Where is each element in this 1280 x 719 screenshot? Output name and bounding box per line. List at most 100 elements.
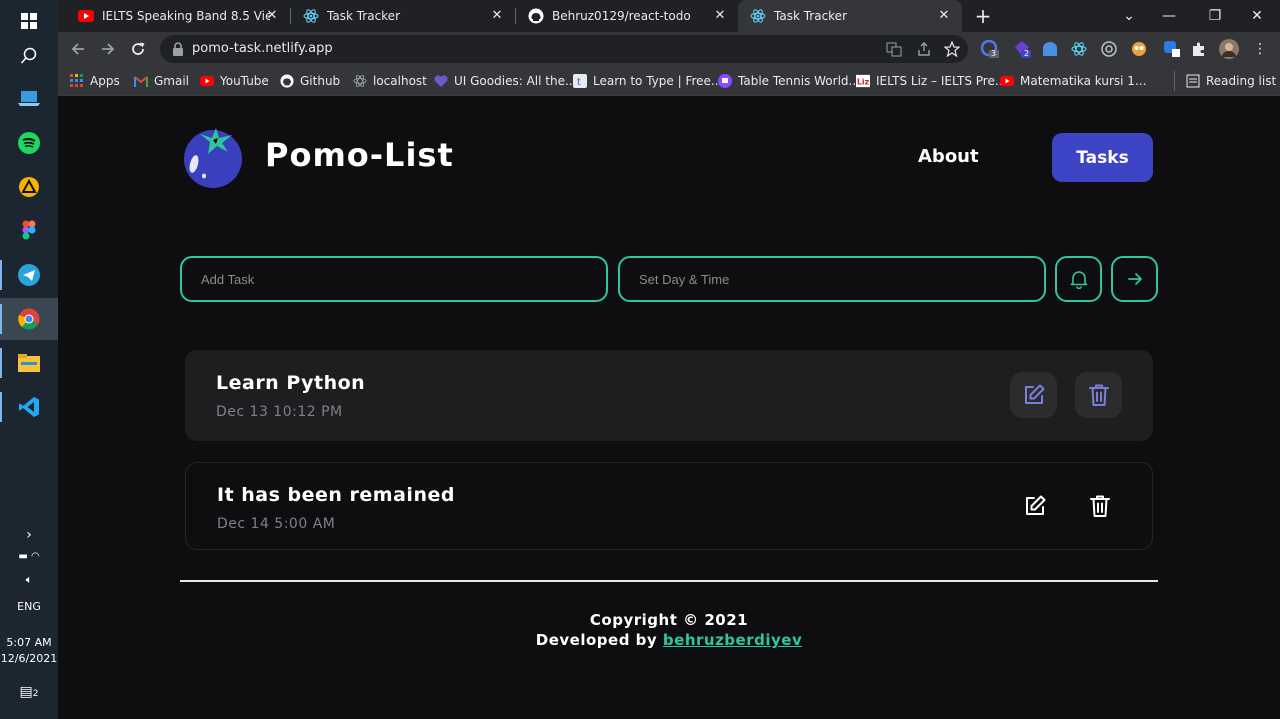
heart-icon — [434, 74, 448, 88]
task-name: It has been remained — [217, 484, 455, 506]
extension-face-icon[interactable] — [1130, 40, 1148, 58]
file-explorer-icon[interactable] — [0, 342, 58, 384]
extensions-puzzle-icon[interactable] — [1190, 40, 1208, 58]
edit-task-button[interactable] — [1011, 483, 1058, 529]
bookmark-label: Gmail — [154, 74, 190, 88]
extension-target-icon[interactable] — [1100, 40, 1118, 58]
close-window-button[interactable]: ✕ — [1234, 0, 1280, 32]
language-indicator[interactable]: ENG — [0, 600, 58, 613]
figma-icon[interactable] — [0, 209, 58, 251]
telegram-icon[interactable] — [0, 254, 58, 296]
show-hidden-icons-chevron-icon[interactable]: › — [0, 527, 58, 543]
tab-task-tracker[interactable]: Task Tracker ✕ — [291, 0, 515, 32]
spotify-icon[interactable] — [0, 122, 58, 164]
bookmark-matematika[interactable]: Matematika kursi 1... — [1000, 71, 1146, 91]
close-tab-icon[interactable]: ✕ — [489, 8, 505, 24]
new-tab-button[interactable]: + — [966, 0, 1000, 32]
bookmark-localhost[interactable]: localhost — [353, 71, 427, 91]
bookmark-learn-to-type[interactable]: t Learn to Type | Free... — [573, 71, 722, 91]
minimize-button[interactable]: — — [1146, 0, 1192, 32]
bookmark-label: Learn to Type | Free... — [593, 74, 723, 88]
extension-shield-icon[interactable]: 3 — [981, 40, 999, 58]
tab-title: Task Tracker — [327, 9, 401, 23]
tab-task-tracker-active[interactable]: Task Tracker ✕ — [738, 0, 962, 32]
chrome-menu-icon[interactable]: ⋮ — [1251, 40, 1269, 58]
lock-icon[interactable] — [172, 41, 188, 57]
windows-taskbar: › ▬ ◠ 🔈︎ ENG 5:07 AM 12/6/2021 ▤2 — [0, 0, 58, 719]
task-item[interactable]: It has been remained Dec 14 5:00 AM — [185, 462, 1153, 550]
battery-wifi-icon[interactable]: ▬ ◠ — [0, 551, 58, 562]
close-tab-icon[interactable]: ✕ — [264, 8, 280, 24]
volume-icon[interactable]: 🔈︎ — [0, 573, 58, 587]
browser-tab-bar: IELTS Speaking Band 8.5 Vietnam ✕ Task T… — [58, 0, 1280, 32]
bookmark-ui-goodies[interactable]: UI Goodies: All the... — [434, 71, 576, 91]
bookmark-label: Table Tennis World... — [738, 74, 860, 88]
bookmark-apps[interactable]: Apps — [70, 71, 120, 91]
reading-list[interactable]: Reading list — [1186, 71, 1276, 91]
svg-text:t: t — [577, 77, 581, 88]
task-date: Dec 14 5:00 AM — [217, 516, 336, 532]
search-icon[interactable] — [0, 35, 58, 77]
bell-icon — [1070, 271, 1087, 289]
extension-s-icon[interactable] — [1163, 40, 1181, 58]
extension-gem-icon[interactable]: 2 — [1013, 40, 1031, 58]
pomo-list-app: Pomo-List About Tasks Add Task Set Day &… — [58, 96, 1280, 719]
reload-icon[interactable] — [126, 37, 150, 61]
close-tab-icon[interactable]: ✕ — [936, 8, 952, 24]
brand-title[interactable]: Pomo-List — [265, 136, 454, 174]
youtube-icon — [1000, 74, 1014, 88]
task-date: Dec 13 10:12 PM — [216, 404, 343, 420]
extension-cloud-icon[interactable] — [1041, 40, 1059, 58]
submit-task-button[interactable] — [1111, 256, 1158, 302]
delete-task-button[interactable] — [1076, 483, 1123, 529]
footer-credits: Developed by behruzberdiyev — [58, 631, 1280, 649]
bookmark-github[interactable]: Github — [280, 71, 340, 91]
bookmark-table-tennis[interactable]: Table Tennis World... — [718, 71, 860, 91]
footer-divider — [180, 580, 1158, 582]
tab-ielts-speaking[interactable]: IELTS Speaking Band 8.5 Vietnam ✕ — [66, 0, 290, 32]
share-icon[interactable] — [916, 41, 932, 57]
desktop-app-icon[interactable] — [0, 77, 58, 119]
tab-github-repo[interactable]: Behruz0129/react-todo ✕ — [516, 0, 738, 32]
footer-copyright: Copyright © 2021 — [589, 611, 749, 629]
nav-about-link[interactable]: About — [918, 146, 979, 167]
notification-center-icon[interactable]: ▤2 — [0, 684, 58, 700]
extension-badge: 3 — [991, 49, 997, 58]
delete-task-button[interactable] — [1075, 372, 1122, 418]
translate-icon[interactable] — [886, 41, 902, 57]
task-item[interactable]: Learn Python Dec 13 10:12 PM — [185, 350, 1153, 441]
edit-task-button[interactable] — [1010, 372, 1057, 418]
app-triangle-icon[interactable] — [0, 166, 58, 208]
profile-avatar[interactable] — [1219, 39, 1239, 59]
reminder-toggle-button[interactable] — [1055, 256, 1102, 302]
clock-time[interactable]: 5:07 AM — [0, 636, 58, 649]
trash-icon — [1089, 495, 1110, 517]
bookmark-star-icon[interactable] — [943, 40, 961, 58]
nav-tasks-button[interactable]: Tasks — [1052, 133, 1153, 182]
bookmark-gmail[interactable]: Gmail — [134, 71, 189, 91]
vscode-icon[interactable] — [0, 386, 58, 428]
address-bar[interactable]: pomo-task.netlify.app — [160, 35, 968, 63]
bookmark-label: UI Goodies: All the... — [454, 74, 577, 88]
tomato-logo-icon[interactable] — [180, 126, 246, 188]
url-text: pomo-task.netlify.app — [192, 41, 333, 56]
reading-list-icon — [1186, 74, 1200, 88]
datetime-input[interactable]: Set Day & Time — [618, 256, 1046, 302]
forward-arrow-icon[interactable] — [96, 37, 120, 61]
react-devtools-icon[interactable] — [1070, 40, 1088, 58]
github-icon — [528, 8, 544, 24]
edit-icon — [1024, 384, 1044, 404]
notification-count: 2 — [32, 689, 39, 699]
clock-date[interactable]: 12/6/2021 — [0, 652, 58, 665]
close-tab-icon[interactable]: ✕ — [712, 8, 728, 24]
chrome-icon[interactable] — [0, 298, 58, 340]
github-icon — [280, 74, 294, 88]
bookmark-ielts-liz[interactable]: Liz IELTS Liz – IELTS Pre... — [856, 71, 1006, 91]
react-icon — [750, 8, 766, 24]
add-task-input[interactable]: Add Task — [180, 256, 608, 302]
author-link[interactable]: behruzberdiyev — [663, 631, 802, 649]
bookmark-label: localhost — [373, 74, 427, 88]
bookmark-youtube[interactable]: YouTube — [200, 71, 269, 91]
back-arrow-icon[interactable] — [66, 37, 90, 61]
restore-button[interactable]: ❐ — [1192, 0, 1238, 32]
